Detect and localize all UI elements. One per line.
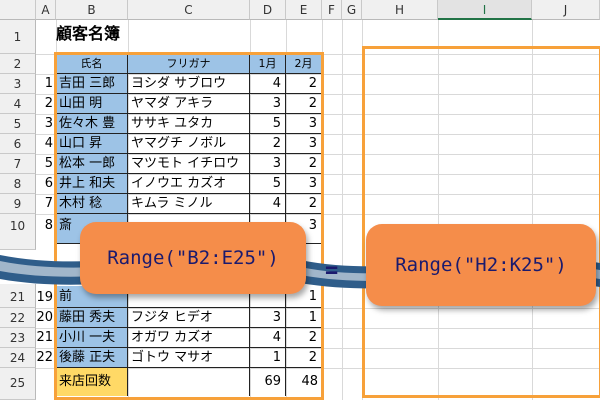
col-header-i[interactable]: I (438, 0, 532, 20)
col-header-b[interactable]: B (56, 0, 128, 20)
row-index[interactable]: 7 (36, 194, 56, 214)
row-header[interactable]: 2 (0, 54, 36, 74)
col-header-e[interactable]: E (286, 0, 322, 20)
visits-feb[interactable]: 3 (286, 114, 322, 134)
row-index[interactable]: 21 (36, 328, 56, 348)
customer-name[interactable]: 井上 和夫 (56, 174, 128, 194)
customer-furigana[interactable]: ヤマダ アキラ (128, 94, 250, 114)
visits-feb[interactable]: 3 (286, 134, 322, 154)
visits-jan[interactable]: 5 (250, 174, 286, 194)
col-header-d[interactable]: D (250, 0, 286, 20)
row-index[interactable]: 20 (36, 308, 56, 328)
visits-jan[interactable]: 3 (250, 154, 286, 174)
customer-furigana[interactable]: イノウエ カズオ (128, 174, 250, 194)
customer-furigana[interactable]: ゴトウ マサオ (128, 348, 250, 368)
target-range-callout: Range("H2:K25") (366, 224, 596, 306)
select-all-corner[interactable] (0, 0, 36, 20)
col-header-f[interactable]: F (322, 0, 342, 20)
row-index[interactable]: 3 (36, 114, 56, 134)
source-range-callout: Range("B2:E25") (80, 222, 306, 294)
row-header[interactable]: 22 (0, 308, 36, 328)
row-header[interactable]: 24 (0, 348, 36, 368)
customer-name[interactable]: 松本 一郎 (56, 154, 128, 174)
row-index[interactable]: 8 (36, 214, 56, 238)
target-range-outline (362, 46, 600, 398)
sheet-title: 顧客名簿 (56, 24, 121, 43)
total-label[interactable]: 来店回数 (56, 368, 128, 396)
row-index[interactable]: 2 (36, 94, 56, 114)
header-furigana[interactable]: フリガナ (128, 54, 250, 74)
customer-furigana[interactable]: ササキ ユタカ (128, 114, 250, 134)
row-header[interactable]: 3 (0, 74, 36, 94)
col-header-c[interactable]: C (128, 0, 250, 20)
customer-name[interactable]: 木村 稔 (56, 194, 128, 214)
visits-feb[interactable]: 2 (286, 194, 322, 214)
total-empty-cell[interactable] (128, 368, 250, 396)
header-name[interactable]: 氏名 (56, 54, 128, 74)
customer-furigana[interactable]: フジタ ヒデオ (128, 308, 250, 328)
visits-jan[interactable]: 3 (250, 308, 286, 328)
customer-name[interactable]: 小川 一夫 (56, 328, 128, 348)
row-header[interactable]: 7 (0, 154, 36, 174)
customer-furigana[interactable]: オガワ カズオ (128, 328, 250, 348)
row-header[interactable]: 4 (0, 94, 36, 114)
header-jan[interactable]: 1月 (250, 54, 286, 74)
row-index[interactable]: 6 (36, 174, 56, 194)
col-header-a[interactable]: A (36, 0, 56, 20)
customer-name[interactable]: 佐々木 豊 (56, 114, 128, 134)
customer-furigana[interactable]: ヤマグチ ノボル (128, 134, 250, 154)
col-header-g[interactable]: G (342, 0, 362, 20)
visits-jan[interactable]: 4 (250, 194, 286, 214)
visits-jan[interactable]: 3 (250, 94, 286, 114)
row-header[interactable]: 25 (0, 368, 36, 400)
visits-jan[interactable]: 2 (250, 134, 286, 154)
visits-feb[interactable]: 2 (286, 154, 322, 174)
customer-name[interactable]: 藤田 秀夫 (56, 308, 128, 328)
col-header-h[interactable]: H (362, 0, 438, 20)
row-index[interactable]: 22 (36, 348, 56, 368)
visits-feb[interactable]: 2 (286, 94, 322, 114)
visits-feb[interactable]: 2 (286, 328, 322, 348)
customer-furigana[interactable]: ヨシダ サブロウ (128, 74, 250, 94)
equals-sign: = (325, 258, 339, 283)
visits-jan[interactable]: 1 (250, 348, 286, 368)
total-feb[interactable]: 48 (286, 368, 322, 396)
row-header[interactable]: 8 (0, 174, 36, 194)
row-index[interactable]: 4 (36, 134, 56, 154)
customer-name[interactable]: 山口 昇 (56, 134, 128, 154)
row-header[interactable]: 1 (0, 20, 36, 54)
visits-jan[interactable]: 5 (250, 114, 286, 134)
visits-feb[interactable]: 3 (286, 174, 322, 194)
customer-furigana[interactable]: キムラ ミノル (128, 194, 250, 214)
customer-name[interactable]: 吉田 三郎 (56, 74, 128, 94)
row-header[interactable]: 9 (0, 194, 36, 214)
customer-furigana[interactable]: マツモト イチロウ (128, 154, 250, 174)
visits-jan[interactable]: 4 (250, 74, 286, 94)
row-header[interactable]: 6 (0, 134, 36, 154)
visits-feb[interactable]: 1 (286, 308, 322, 328)
row-header[interactable]: 5 (0, 114, 36, 134)
total-jan[interactable]: 69 (250, 368, 286, 396)
customer-name[interactable]: 山田 明 (56, 94, 128, 114)
row-header[interactable]: 23 (0, 328, 36, 348)
visits-feb[interactable]: 2 (286, 348, 322, 368)
visits-jan[interactable]: 4 (250, 328, 286, 348)
header-feb[interactable]: 2月 (286, 54, 322, 74)
spreadsheet: A B C D E F G H I J 1 2 3 4 5 6 7 8 9 10… (0, 0, 600, 400)
row-index[interactable]: 1 (36, 74, 56, 94)
row-index[interactable]: 5 (36, 154, 56, 174)
visits-feb[interactable]: 2 (286, 74, 322, 94)
customer-name[interactable]: 後藤 正夫 (56, 348, 128, 368)
col-header-j[interactable]: J (532, 0, 600, 20)
